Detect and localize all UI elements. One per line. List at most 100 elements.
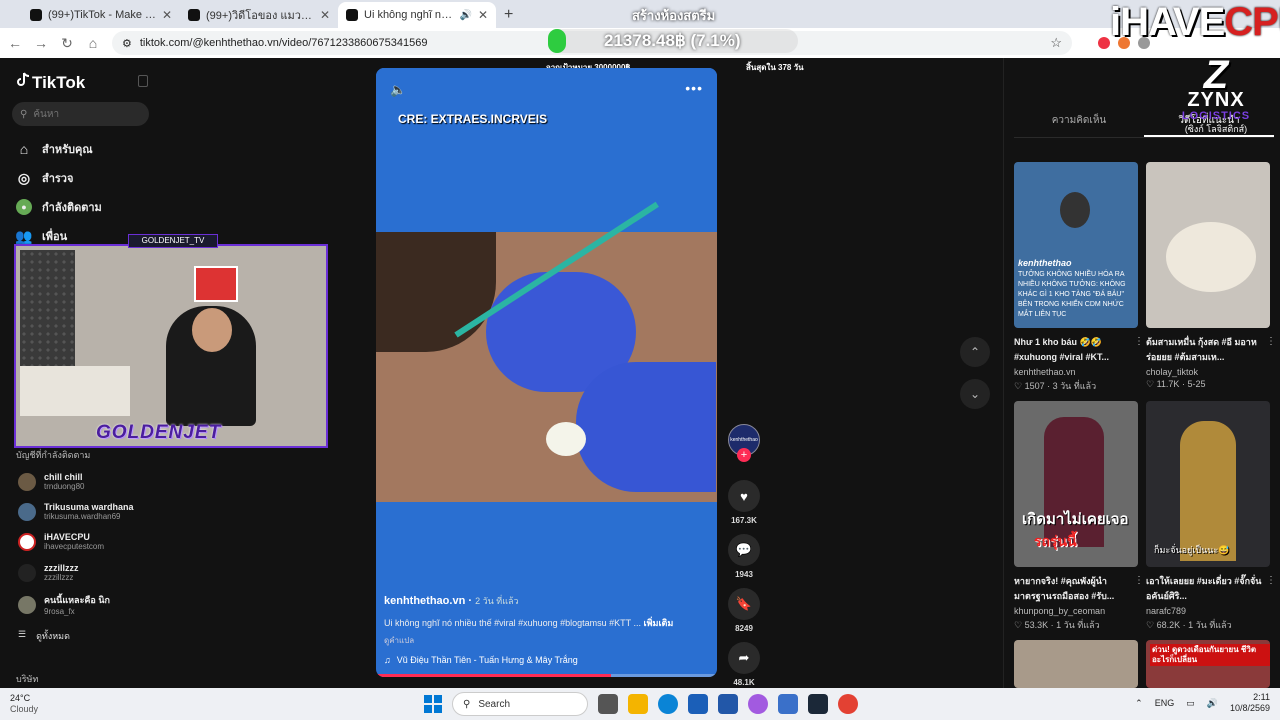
following-account[interactable]: chill chill trnduong80 (18, 472, 84, 491)
nav-friends[interactable]: 👥 เพื่อน (15, 227, 67, 245)
previous-video-button[interactable]: ⌃ (960, 337, 990, 367)
tab-comments[interactable]: ความคิดเห็น (1014, 114, 1144, 137)
video-music[interactable]: ♫ Vũ Điệu Thần Tiên - Tuấn Hưng & Mây Trắ… (384, 655, 578, 665)
back-icon[interactable]: ← (8, 35, 22, 51)
volume-icon[interactable]: 🔈 (390, 82, 406, 98)
video-progress[interactable] (376, 674, 717, 677)
nav-following[interactable]: ● กำลังติดตาม (16, 198, 102, 216)
app-icon[interactable] (718, 694, 738, 714)
collapse-sidebar-icon[interactable] (138, 75, 148, 87)
chevron-up-icon[interactable]: ⌃ (1135, 698, 1143, 709)
avatar (18, 502, 36, 521)
compass-icon: ◎ (17, 169, 31, 186)
video-card[interactable]: ต้มสามเหมื่น กุ้งสด #อี มอาหร่อยยย #ต้มส… (1146, 162, 1276, 390)
follow-button[interactable]: + (737, 448, 751, 462)
tiktok-logo[interactable]: TikTok (16, 72, 85, 93)
search-input[interactable] (33, 108, 134, 120)
app-icon[interactable] (688, 694, 708, 714)
see-all-link[interactable]: ☰ ดูทั้งหมด (18, 629, 70, 643)
volume-icon[interactable]: 🔊 (1207, 698, 1218, 709)
edge-icon[interactable] (658, 694, 678, 714)
bookmark-star-icon[interactable]: ☆ (1050, 35, 1062, 51)
video-thumbnail[interactable]: ก็มะจั่นอยู่เป็นนะ😅 (1146, 401, 1270, 567)
desk (20, 366, 130, 416)
network-icon[interactable]: ▭ (1186, 698, 1195, 709)
nav-explore[interactable]: ◎ สำรวจ (16, 169, 74, 187)
see-more-button[interactable]: เพิ่มเติม (644, 618, 674, 628)
chrome-icon[interactable] (838, 694, 858, 714)
video-card-stats: ♡ 68.2K · 1 วัน ที่แล้ว (1146, 620, 1232, 630)
weather-widget[interactable]: 24°C Cloudy (10, 693, 38, 715)
nav-for-you[interactable]: ⌂ สำหรับคุณ (16, 140, 93, 158)
tab-tiktok-video[interactable]: Ui không nghĩ nó nhiều thế 🔊 ✕ (338, 2, 496, 28)
following-account[interactable]: คนนี้แหละคือ นิก 9rosa_fx (18, 593, 110, 616)
search-icon: ⚲ (20, 108, 28, 120)
kebab-icon[interactable]: ⋮ (1134, 575, 1144, 586)
comment-button[interactable]: 💬 (728, 534, 760, 566)
stream-title: สร้างห้องสตรีม (632, 8, 716, 23)
reload-icon[interactable]: ↻ (60, 35, 74, 52)
video-thumbnail[interactable] (1146, 162, 1270, 328)
video-thumbnail[interactable] (1014, 640, 1138, 688)
save-button[interactable]: 🔖 (728, 588, 760, 620)
windows-start-icon[interactable] (424, 695, 442, 713)
clock[interactable]: 2:11 10/8/2569 (1230, 692, 1270, 714)
share-icon: ➦ (738, 650, 750, 665)
tab-tiktok-home[interactable]: (99+)TikTok - Make Your Day ✕ (22, 2, 180, 28)
new-tab-button[interactable]: + (504, 2, 513, 28)
search-box[interactable]: ⚲ (12, 102, 149, 126)
video-card[interactable]: ด่วน! ดูดวงเดือนกันยายน ชีวิตอะไรก็เปลี่… (1146, 640, 1270, 688)
forward-icon[interactable]: → (34, 35, 48, 51)
webcam-tag: GOLDENJET_TV (128, 234, 218, 248)
heart-icon: ♥ (740, 488, 748, 504)
speaker-icon[interactable]: 🔊 (459, 10, 471, 21)
following-account[interactable]: zzzillzzz zzzillzzz (18, 563, 79, 582)
company-link[interactable]: บริษัท (16, 672, 38, 686)
app-icon[interactable] (778, 694, 798, 714)
video-card[interactable]: ก็มะจั่นอยู่เป็นนะ😅 เอาให้เลยยย #มะเดี่ย… (1146, 401, 1276, 632)
streamer-face (192, 308, 232, 352)
following-account[interactable]: Trikusuma wardhana trikusuma.wardhan69 (18, 502, 134, 521)
file-explorer-icon[interactable] (628, 694, 648, 714)
tab-tiktok-profile[interactable]: (99+)วิดีโอของ แมวส้ม (@jjanee1 ✕ (180, 2, 338, 28)
windows-taskbar: 24°C Cloudy ⚲ Search ⌃ ENG ▭ 🔊 2:11 10/8/… (0, 688, 1280, 720)
task-view-icon[interactable] (598, 694, 618, 714)
close-icon[interactable]: ✕ (162, 8, 172, 22)
video-player[interactable]: 🔈 ••• CRE: EXTRAES.INCRVEIS kenhthethao.… (376, 68, 717, 677)
like-button[interactable]: ♥ (728, 480, 760, 512)
tiktok-favicon-icon (188, 9, 200, 21)
home-icon: ⌂ (19, 141, 29, 157)
video-author[interactable]: kenhthethao.vn · 2 วัน ที่แล้ว (384, 594, 519, 608)
video-card[interactable] (1014, 640, 1138, 688)
video-card-stats: ♡ 53.3K · 1 วัน ที่แล้ว (1014, 620, 1100, 630)
video-card-title: เอาให้เลยยย #มะเดี่ยว #จั๊กจั่นอคันย์ศิร… (1146, 576, 1262, 601)
following-account[interactable]: iHAVECPU ihavecputestcom (18, 532, 104, 551)
site-info-icon[interactable]: ⚙ (122, 37, 132, 50)
tab-title: Ui không nghĩ nó nhiều thế (364, 9, 453, 21)
app-icon[interactable] (748, 694, 768, 714)
video-thumbnail[interactable]: เกิดมาไม่เคยเจอ รถรุ่นนี้ (1014, 401, 1138, 567)
video-card[interactable]: เกิดมาไม่เคยเจอ รถรุ่นนี้ หายากจริง! #คุ… (1014, 401, 1144, 632)
video-thumbnail[interactable]: ด่วน! ดูดวงเดือนกันยายน ชีวิตอะไรก็เปลี่… (1146, 640, 1270, 688)
extension-icon[interactable] (1098, 37, 1110, 49)
video-thumbnail[interactable]: kenhthethao TƯỞNG KHÔNG NHIỀU HÓA RA NHI… (1014, 162, 1138, 328)
share-button[interactable]: ➦ (728, 642, 760, 674)
action-rail: kenhthethao + ♥ 167.3K 💬 1943 🔖 8249 ➦ 4… (728, 424, 760, 696)
close-icon[interactable]: ✕ (320, 8, 330, 22)
steam-icon[interactable] (808, 694, 828, 714)
donation-bar: 21378.48฿ (7.1%) (548, 29, 798, 53)
video-card-title: Như 1 kho báu 🤣🤣 #xuhuong #viral #KT... (1014, 337, 1110, 362)
kebab-icon[interactable]: ⋮ (1266, 575, 1276, 586)
home-button-icon[interactable]: ⌂ (86, 35, 100, 51)
next-video-button[interactable]: ⌄ (960, 379, 990, 409)
chevron-up-icon: ⌃ (969, 345, 981, 359)
comment-count: 1943 (735, 570, 753, 579)
kebab-icon[interactable]: ⋮ (1134, 336, 1144, 347)
more-options-icon[interactable]: ••• (685, 80, 703, 96)
close-icon[interactable]: ✕ (478, 8, 488, 22)
taskbar-search[interactable]: ⚲ Search (452, 692, 588, 716)
language-indicator[interactable]: ENG (1155, 698, 1175, 708)
kebab-icon[interactable]: ⋮ (1266, 336, 1276, 347)
video-card[interactable]: kenhthethao TƯỞNG KHÔNG NHIỀU HÓA RA NHI… (1014, 162, 1144, 393)
translate-link[interactable]: ดูคำแปล (384, 634, 414, 647)
